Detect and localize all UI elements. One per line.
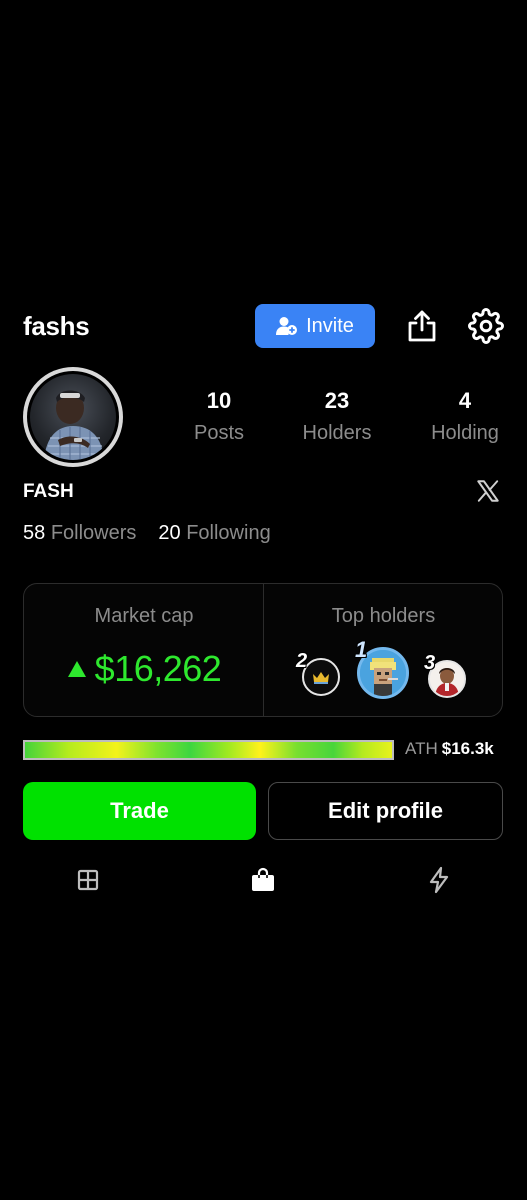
tab-posts-grid[interactable]: [70, 864, 106, 896]
top-holders-label: Top holders: [331, 605, 436, 627]
lightning-icon: [427, 866, 451, 894]
invite-label: Invite: [306, 314, 354, 337]
following-link[interactable]: 20 Following: [158, 518, 270, 548]
market-cap-value: $16,262: [94, 648, 222, 689]
market-cap-value-row: $16,262: [24, 645, 264, 693]
followers-label: Followers: [50, 522, 137, 544]
ath-value: $16.3k: [441, 739, 494, 758]
followers-link[interactable]: 58 Followers: [23, 518, 136, 548]
stat-value: 4: [458, 388, 472, 413]
holder-avatar: [302, 658, 340, 696]
grid-icon: [76, 868, 100, 892]
stat-posts[interactable]: 10 Posts: [159, 386, 279, 450]
display-name: FASH: [23, 481, 74, 502]
stat-holding[interactable]: 4 Holding: [405, 386, 525, 450]
followers-count: 58: [23, 522, 46, 544]
top-holder-3[interactable]: 3: [424, 652, 466, 698]
trade-button[interactable]: Trade: [23, 782, 256, 840]
holder-rank: 3: [424, 652, 436, 674]
settings-button[interactable]: [466, 304, 506, 348]
username: fashs: [23, 311, 90, 341]
avatar-photo: [30, 374, 116, 460]
following-label: Following: [186, 522, 271, 544]
top-holder-1[interactable]: 1: [355, 637, 409, 699]
edit-profile-button[interactable]: Edit profile: [268, 782, 503, 840]
gear-icon: [468, 308, 504, 344]
holder-rank: 2: [296, 650, 308, 672]
trend-up-icon: [67, 660, 87, 678]
add-user-icon: [276, 316, 298, 336]
ath-progress-bar: [23, 740, 394, 760]
market-cap-label: Market cap: [94, 605, 194, 627]
following-count: 20: [158, 522, 181, 544]
x-icon: [475, 478, 503, 504]
stat-holders[interactable]: 23 Holders: [277, 386, 397, 450]
follow-stats: 58 Followers 20 Following: [23, 518, 271, 548]
stat-label: Holding: [431, 422, 499, 444]
top-holder-2[interactable]: 2: [296, 650, 340, 696]
avatar[interactable]: [23, 367, 123, 467]
stat-value: 10: [206, 388, 232, 413]
share-icon: [406, 309, 438, 343]
tab-holdings[interactable]: [245, 864, 281, 896]
tab-activity[interactable]: [421, 864, 457, 896]
invite-button[interactable]: Invite: [255, 304, 375, 348]
ath-readout: ATH $16.3k: [405, 737, 494, 761]
ath-label: ATH: [405, 739, 438, 758]
x-social-link[interactable]: [475, 478, 503, 506]
stat-label: Posts: [193, 422, 245, 444]
shopping-bag-icon: [250, 867, 276, 893]
stat-value: 23: [324, 388, 350, 413]
share-button[interactable]: [402, 304, 442, 348]
ath-progress-fill: [25, 742, 392, 758]
stat-label: Holders: [302, 422, 372, 444]
holder-rank: 1: [355, 637, 368, 662]
